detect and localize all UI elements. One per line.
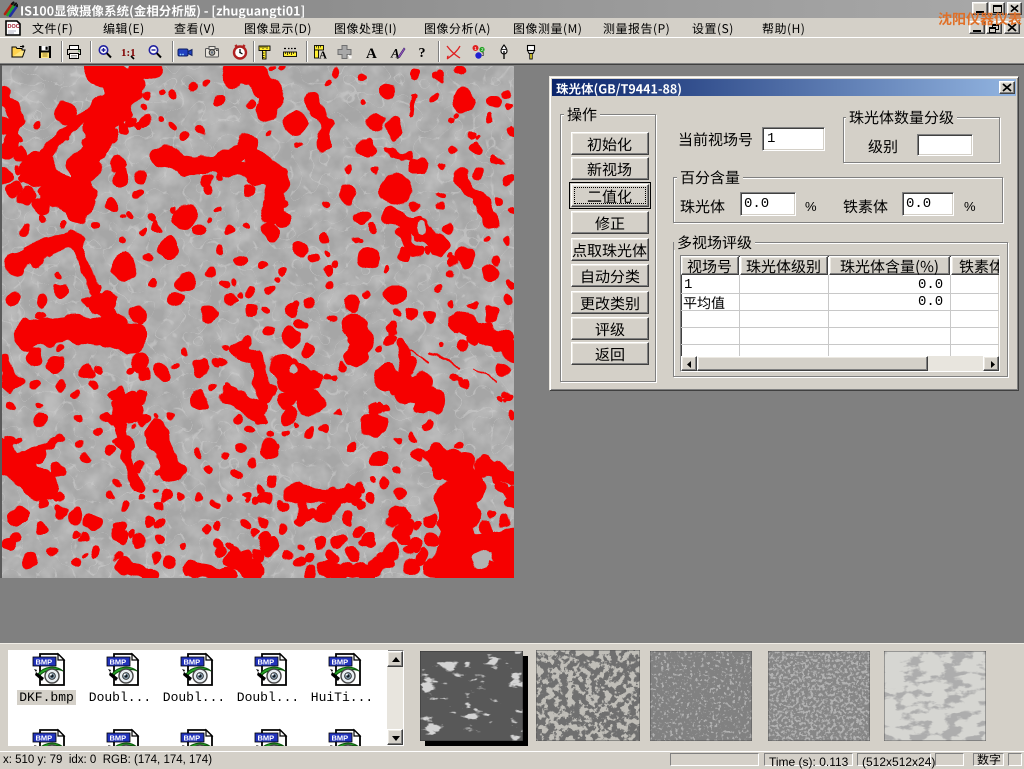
svg-text:?: ? bbox=[419, 46, 426, 60]
svg-text:BMP: BMP bbox=[36, 658, 53, 667]
svg-text:BMP: BMP bbox=[258, 658, 275, 667]
svg-text:DOC: DOC bbox=[8, 24, 20, 30]
svg-text:BMP: BMP bbox=[332, 734, 349, 743]
svg-text:A: A bbox=[319, 50, 327, 61]
svg-text:A: A bbox=[366, 46, 377, 60]
svg-text:3: 3 bbox=[482, 52, 485, 58]
svg-text:1:1: 1:1 bbox=[121, 47, 136, 59]
svg-text:BMP: BMP bbox=[110, 734, 127, 743]
svg-text:BMP: BMP bbox=[332, 658, 349, 667]
svg-text:BMP: BMP bbox=[36, 734, 53, 743]
svg-text:BMP: BMP bbox=[184, 734, 201, 743]
svg-text:BMP: BMP bbox=[258, 734, 275, 743]
svg-text:BMP: BMP bbox=[110, 658, 127, 667]
svg-text:BMP: BMP bbox=[184, 658, 201, 667]
